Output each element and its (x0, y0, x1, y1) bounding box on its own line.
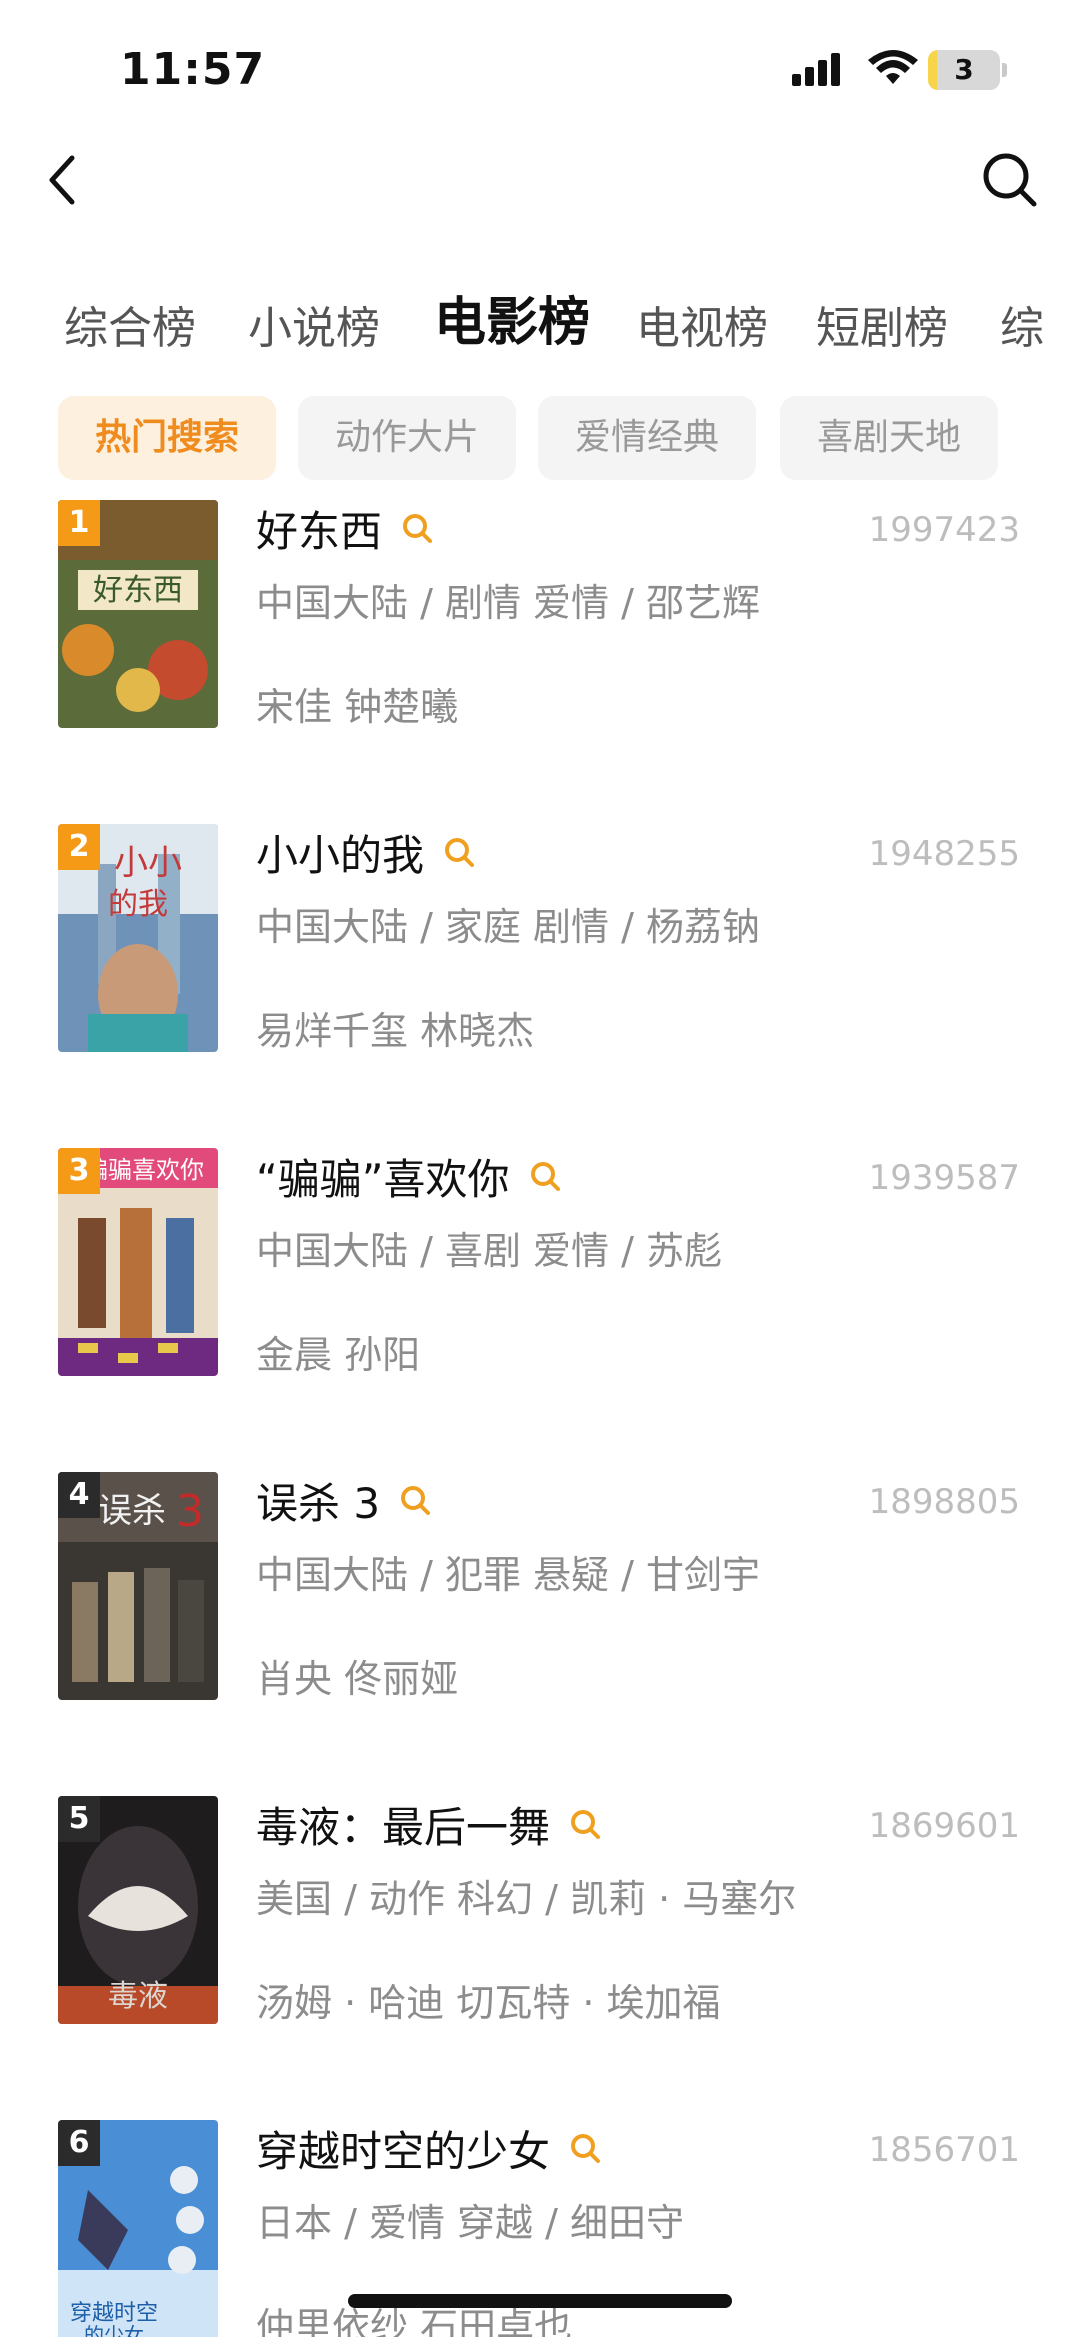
movie-poster: 好东西 1 (58, 500, 218, 728)
rank-badge: 3 (58, 1148, 100, 1194)
tab-tv[interactable]: 电视榜 (636, 292, 768, 356)
movie-cast: 宋佳 钟楚曦 (256, 685, 459, 729)
movie-meta: 中国大陆 / 家庭 剧情 / 杨荔钠 (256, 905, 761, 949)
svg-text:误杀: 误杀 (98, 1491, 166, 1531)
tab-movie[interactable]: 电影榜 (434, 280, 590, 355)
movie-poster: 误杀 3 4 (58, 1472, 218, 1700)
home-indicator (348, 2294, 732, 2308)
genre-chips: 热门搜索 动作大片 爱情经典 喜剧天地 (0, 396, 1080, 480)
battery-icon: 3 (928, 50, 1008, 90)
movie-title: 小小的我 (256, 830, 425, 880)
tab-composite[interactable]: 综合榜 (64, 292, 196, 356)
search-icon[interactable] (400, 511, 434, 545)
search-icon (983, 153, 1037, 207)
list-item[interactable]: 误杀 3 4 误杀 3 1898805 中国大陆 / 犯罪 悬疑 / 甘剑宇 肖… (0, 1472, 1080, 1712)
list-item[interactable]: 好东西 1 好东西 1997423 中国大陆 / 剧情 爱情 / 邵艺辉 宋佳 … (0, 500, 1080, 740)
movie-cast: 易烊千玺 林晓杰 (256, 1009, 535, 1053)
search-button[interactable] (974, 140, 1044, 220)
category-tabs: 综合榜 小说榜 电影榜 电视榜 短剧榜 综 (0, 280, 1080, 370)
chip-romance[interactable]: 爱情经典 (538, 396, 756, 480)
movie-poster: 穿越时空 的少女 6 (58, 2120, 218, 2337)
svg-text:的少女: 的少女 (84, 2323, 144, 2337)
svg-text:3: 3 (176, 1486, 204, 1537)
movie-cast: 汤姆 · 哈迪 切瓦特 · 埃加福 (256, 1981, 721, 2025)
movie-meta: 中国大陆 / 喜剧 爱情 / 苏彪 (256, 1229, 723, 1273)
movie-meta: 日本 / 爱情 穿越 / 细田守 (256, 2201, 685, 2245)
heat-score: 1939587 (868, 1158, 1020, 1198)
svg-text:的我: 的我 (108, 887, 168, 922)
list-item[interactable]: 骗骗喜欢你 3 “骗骗”喜欢你 1939587 中国大陆 / 喜剧 爱情 / 苏… (0, 1148, 1080, 1388)
rank-badge: 2 (58, 824, 100, 870)
movie-poster: 骗骗喜欢你 3 (58, 1148, 218, 1376)
search-icon[interactable] (528, 1159, 562, 1193)
svg-text:小小: 小小 (114, 843, 182, 883)
movie-cast: 肖央 佟丽娅 (256, 1657, 459, 1701)
chevron-left-icon (49, 155, 75, 205)
search-icon[interactable] (398, 1483, 432, 1517)
movie-poster: 毒液 5 (58, 1796, 218, 2024)
list-item[interactable]: 毒液 5 毒液：最后一舞 1869601 美国 / 动作 科幻 / 凯莉 · 马… (0, 1796, 1080, 2036)
svg-text:骗骗喜欢你: 骗骗喜欢你 (84, 1156, 204, 1184)
movie-title: 穿越时空的少女 (256, 2126, 551, 2176)
chip-hot-search[interactable]: 热门搜索 (58, 396, 276, 480)
movie-list: 好东西 1 好东西 1997423 中国大陆 / 剧情 爱情 / 邵艺辉 宋佳 … (0, 500, 1080, 2337)
movie-meta: 中国大陆 / 犯罪 悬疑 / 甘剑宇 (256, 1553, 761, 1597)
movie-meta: 中国大陆 / 剧情 爱情 / 邵艺辉 (256, 581, 761, 625)
chip-comedy[interactable]: 喜剧天地 (780, 396, 998, 480)
tab-novel[interactable]: 小说榜 (248, 292, 380, 356)
heat-score: 1948255 (868, 834, 1020, 874)
svg-text:毒液: 毒液 (108, 1979, 168, 2014)
movie-cast: 金晨 孙阳 (256, 1333, 421, 1377)
status-bar: 11:57 3 (0, 0, 1080, 140)
list-item[interactable]: 小小 的我 2 小小的我 1948255 中国大陆 / 家庭 剧情 / 杨荔钠 … (0, 824, 1080, 1064)
nav-bar (0, 140, 1080, 220)
tab-short-drama[interactable]: 短剧榜 (816, 292, 948, 356)
battery-level: 3 (954, 53, 974, 86)
rank-badge: 4 (58, 1472, 100, 1518)
heat-score: 1869601 (868, 1806, 1020, 1846)
heat-score: 1997423 (868, 510, 1020, 550)
search-icon[interactable] (568, 1807, 602, 1841)
rank-badge: 1 (58, 500, 100, 546)
chip-action[interactable]: 动作大片 (298, 396, 516, 480)
heat-score: 1898805 (868, 1482, 1020, 1522)
movie-meta: 美国 / 动作 科幻 / 凯莉 · 马塞尔 (256, 1877, 797, 1921)
movie-poster: 小小 的我 2 (58, 824, 218, 1052)
wifi-icon (868, 50, 918, 84)
heat-score: 1856701 (868, 2130, 1020, 2170)
cellular-signal-icon (792, 53, 840, 86)
search-icon[interactable] (568, 2131, 602, 2165)
rank-badge: 6 (58, 2120, 100, 2166)
movie-title: 好东西 (256, 506, 383, 556)
status-time: 11:57 (120, 44, 266, 95)
svg-text:好东西: 好东西 (93, 573, 183, 608)
back-button[interactable] (36, 140, 96, 220)
rank-badge: 5 (58, 1796, 100, 1842)
movie-title: 毒液：最后一舞 (256, 1802, 551, 1852)
tab-variety-partial[interactable]: 综 (1000, 292, 1044, 356)
movie-title: “骗骗”喜欢你 (256, 1154, 510, 1204)
search-icon[interactable] (442, 835, 476, 869)
movie-title: 误杀 3 (256, 1478, 381, 1528)
